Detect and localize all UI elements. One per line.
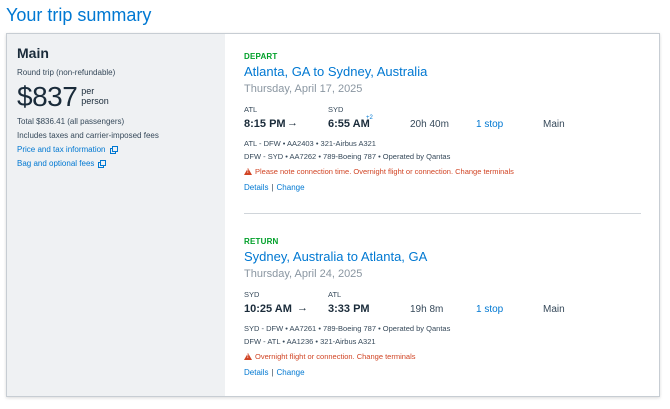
depart-label: DEPART bbox=[244, 52, 278, 61]
cabin: Main bbox=[543, 304, 565, 315]
depart-time: 10:25 AM bbox=[244, 303, 292, 315]
external-link-icon bbox=[109, 146, 118, 154]
flight-leg: SYD - DFW • AA7261 • 789-Boeing 787 • Op… bbox=[244, 324, 451, 333]
connection-warning: Overnight flight or connection. Change t… bbox=[244, 352, 644, 361]
stops-link[interactable]: 1 stop bbox=[476, 119, 503, 130]
dest-code: ATL bbox=[328, 290, 342, 299]
return-date: Thursday, April 24, 2025 bbox=[244, 268, 363, 280]
total-price: Total $836.41 (all passengers) bbox=[17, 117, 125, 126]
flight-leg: DFW - SYD • AA7262 • 789-Boeing 787 • Op… bbox=[244, 152, 451, 161]
return-times: SYD ATL 10:25 AM → 3:33 PM 19h 8m 1 stop… bbox=[244, 290, 644, 320]
origin-code: SYD bbox=[244, 290, 260, 299]
segment-links: Details | Change bbox=[244, 183, 644, 192]
bag-fees-label: Bag and optional fees bbox=[17, 159, 95, 168]
details-link[interactable]: Details bbox=[244, 368, 268, 377]
includes-taxes: Includes taxes and carrier-imposed fees bbox=[17, 131, 159, 140]
arrow-right-icon: → bbox=[297, 302, 308, 314]
bag-fees-link[interactable]: Bag and optional fees bbox=[17, 159, 215, 168]
arrive-time: 3:33 PM bbox=[328, 303, 370, 315]
fare-type: Round trip (non-refundable) bbox=[17, 68, 116, 77]
arrow-right-icon: → bbox=[287, 117, 298, 129]
arrive-time: 6:55 AM bbox=[328, 118, 370, 130]
per-person: per person bbox=[81, 86, 109, 106]
cabin: Main bbox=[543, 119, 565, 130]
depart-route: Atlanta, GA to Sydney, Australia bbox=[244, 64, 428, 79]
connection-warning: Please note connection time. Overnight f… bbox=[244, 167, 644, 176]
fare-summary-panel: Main Round trip (non-refundable) $837 pe… bbox=[7, 34, 225, 396]
origin-code: ATL bbox=[244, 105, 258, 114]
details-link[interactable]: Details bbox=[244, 183, 268, 192]
depart-times: ATL SYD 8:15 PM → 6:55 AM +2 20h 40m 1 s… bbox=[244, 105, 644, 135]
day-offset: +2 bbox=[366, 115, 373, 121]
price: $837 bbox=[17, 81, 78, 112]
flight-leg: DFW - ATL • AA1236 • 321-Airbus A321 bbox=[244, 337, 376, 346]
change-link[interactable]: Change bbox=[277, 183, 305, 192]
return-route: Sydney, Australia to Atlanta, GA bbox=[244, 249, 428, 264]
trip-summary-card: Main Round trip (non-refundable) $837 pe… bbox=[6, 33, 660, 397]
depart-time: 8:15 PM bbox=[244, 118, 286, 130]
stops-link[interactable]: 1 stop bbox=[476, 304, 503, 315]
segment-links: Details | Change bbox=[244, 368, 644, 377]
segment-divider bbox=[244, 213, 641, 214]
page-title: Your trip summary bbox=[6, 5, 152, 25]
return-segment: RETURN Sydney, Australia to Atlanta, GA … bbox=[244, 237, 644, 377]
duration: 19h 8m bbox=[410, 304, 444, 315]
link-separator: | bbox=[271, 368, 274, 377]
price-tax-label: Price and tax information bbox=[17, 145, 106, 154]
return-label: RETURN bbox=[244, 237, 279, 246]
change-link[interactable]: Change bbox=[277, 368, 305, 377]
flight-leg: ATL - DFW • AA2403 • 321-Airbus A321 bbox=[244, 139, 376, 148]
warning-text: Please note connection time. Overnight f… bbox=[255, 167, 514, 176]
duration: 20h 40m bbox=[410, 119, 449, 130]
depart-segment: DEPART Atlanta, GA to Sydney, Australia … bbox=[244, 52, 644, 192]
warning-icon bbox=[244, 353, 252, 360]
dest-code: SYD bbox=[328, 105, 344, 114]
fare-name: Main bbox=[17, 45, 49, 61]
price-row: $837 per person bbox=[17, 83, 215, 111]
warning-text: Overnight flight or connection. Change t… bbox=[255, 352, 416, 361]
warning-icon bbox=[244, 168, 252, 175]
price-tax-link[interactable]: Price and tax information bbox=[17, 145, 215, 154]
external-link-icon bbox=[98, 160, 107, 168]
link-separator: | bbox=[271, 183, 274, 192]
depart-date: Thursday, April 17, 2025 bbox=[244, 83, 363, 95]
